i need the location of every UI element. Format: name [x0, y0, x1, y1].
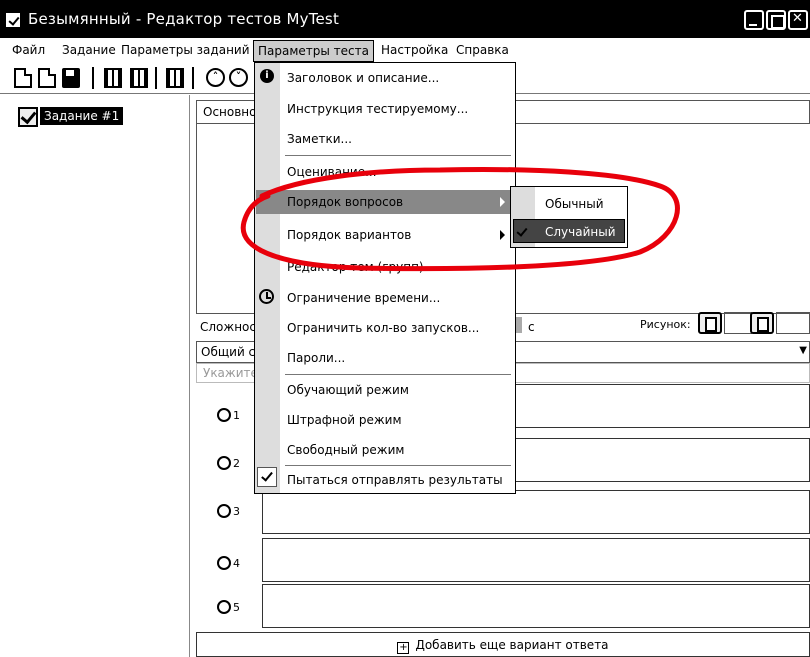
insert-picture-icon[interactable] [698, 312, 722, 334]
menu-task-params[interactable]: Параметры заданий [121, 43, 250, 57]
menu-separator [285, 465, 511, 466]
menu-item-topic-editor[interactable]: Редактор тем (групп)... [287, 260, 435, 274]
answer-number-1: 1 [233, 409, 240, 422]
add-answer-button[interactable]: + Добавить еще вариант ответа [196, 632, 810, 657]
move-up-icon[interactable]: ˄ [206, 68, 225, 87]
window-title: Безымянный - Редактор тестов MyTest [28, 10, 340, 28]
answer-radio-3[interactable] [217, 504, 231, 518]
menu-item-penalty-mode[interactable]: Штрафной режим [287, 413, 402, 427]
spin-edge [516, 317, 522, 333]
answer-radio-4[interactable] [217, 556, 231, 570]
picture-slot [724, 312, 752, 334]
question-order-submenu: Обычный Случайный [510, 186, 628, 248]
answer-field-3[interactable] [262, 490, 810, 534]
submenu-item-random[interactable]: Случайный [545, 225, 616, 239]
plus-icon: + [397, 642, 410, 654]
menu-item-time-limit[interactable]: Ограничение времени... [287, 291, 440, 305]
menu-task[interactable]: Задание [62, 43, 116, 57]
app-check-icon [6, 13, 20, 27]
menu-item-question-order[interactable]: Порядок вопросов [287, 195, 403, 209]
submenu-arrow-icon [500, 230, 505, 240]
insert-task-icon[interactable] [130, 68, 148, 88]
answer-radio-5[interactable] [217, 600, 231, 614]
task-tree [0, 95, 190, 657]
new-file-icon[interactable] [14, 68, 32, 88]
submenu-arrow-icon [500, 197, 505, 207]
toolbar-separator [192, 67, 194, 89]
save-icon[interactable] [62, 68, 80, 88]
menu-item-free-mode[interactable]: Свободный режим [287, 443, 404, 457]
answer-number-5: 5 [233, 601, 240, 614]
picture-label: Рисунок: [640, 318, 691, 331]
menu-separator [285, 374, 511, 375]
submenu-item-ordinary[interactable]: Обычный [545, 197, 604, 211]
menu-settings[interactable]: Настройка [381, 43, 448, 57]
answer-field-4[interactable] [262, 538, 810, 582]
menu-gutter [255, 63, 280, 493]
close-icon[interactable] [788, 10, 808, 30]
title-bar: Безымянный - Редактор тестов MyTest [0, 0, 810, 38]
answer-number-2: 2 [233, 457, 240, 470]
complexity-label: Сложнос [200, 320, 256, 334]
menu-item-notes[interactable]: Заметки... [287, 132, 352, 146]
menu-item-instruction[interactable]: Инструкция тестируемому... [287, 102, 468, 116]
time-unit-label: с [528, 320, 535, 334]
toolbar-separator [92, 67, 94, 89]
menu-separator [285, 155, 511, 156]
chevron-down-icon[interactable]: ▼ [799, 345, 807, 356]
test-params-menu: i Заголовок и описание... Инструкция тес… [254, 62, 516, 494]
move-down-icon[interactable]: ˅ [229, 68, 248, 87]
menu-item-answer-order[interactable]: Порядок вариантов [287, 228, 411, 242]
menu-item-training-mode[interactable]: Обучающий режим [287, 383, 409, 397]
menu-item-send-results[interactable]: Пытаться отправлять результаты [287, 473, 503, 487]
menu-item-grading[interactable]: Оценивание... [287, 165, 377, 179]
clock-icon [259, 289, 274, 304]
add-task-icon[interactable] [104, 68, 122, 88]
menu-help[interactable]: Справка [456, 43, 509, 57]
menu-item-launch-limit[interactable]: Ограничить кол-во запусков... [287, 321, 479, 335]
add-answer-label: Добавить еще вариант ответа [415, 638, 609, 652]
menu-file[interactable]: Файл [12, 43, 45, 57]
maximize-icon[interactable] [766, 10, 786, 30]
answer-field-5[interactable] [262, 584, 810, 628]
menu-item-passwords[interactable]: Пароли... [287, 351, 345, 365]
toolbar-separator [155, 67, 157, 89]
tree-item-task-1[interactable]: Задание #1 [40, 107, 124, 125]
answer-radio-2[interactable] [217, 456, 231, 470]
info-icon: i [260, 69, 274, 83]
answer-number-3: 3 [233, 505, 240, 518]
delete-task-icon[interactable] [166, 68, 184, 88]
paste-picture-icon[interactable] [750, 312, 774, 334]
menu-item-title-description[interactable]: Заголовок и описание... [287, 71, 439, 85]
answer-number-4: 4 [233, 557, 240, 570]
minimize-icon[interactable] [744, 10, 764, 30]
picture-slot-2 [776, 312, 810, 334]
question-text-area[interactable] [196, 124, 256, 314]
answer-radio-1[interactable] [217, 408, 231, 422]
menu-test-params[interactable]: Параметры теста [253, 40, 374, 62]
open-file-icon[interactable] [38, 68, 56, 88]
task-check-icon [18, 107, 38, 127]
check-icon [257, 467, 277, 487]
